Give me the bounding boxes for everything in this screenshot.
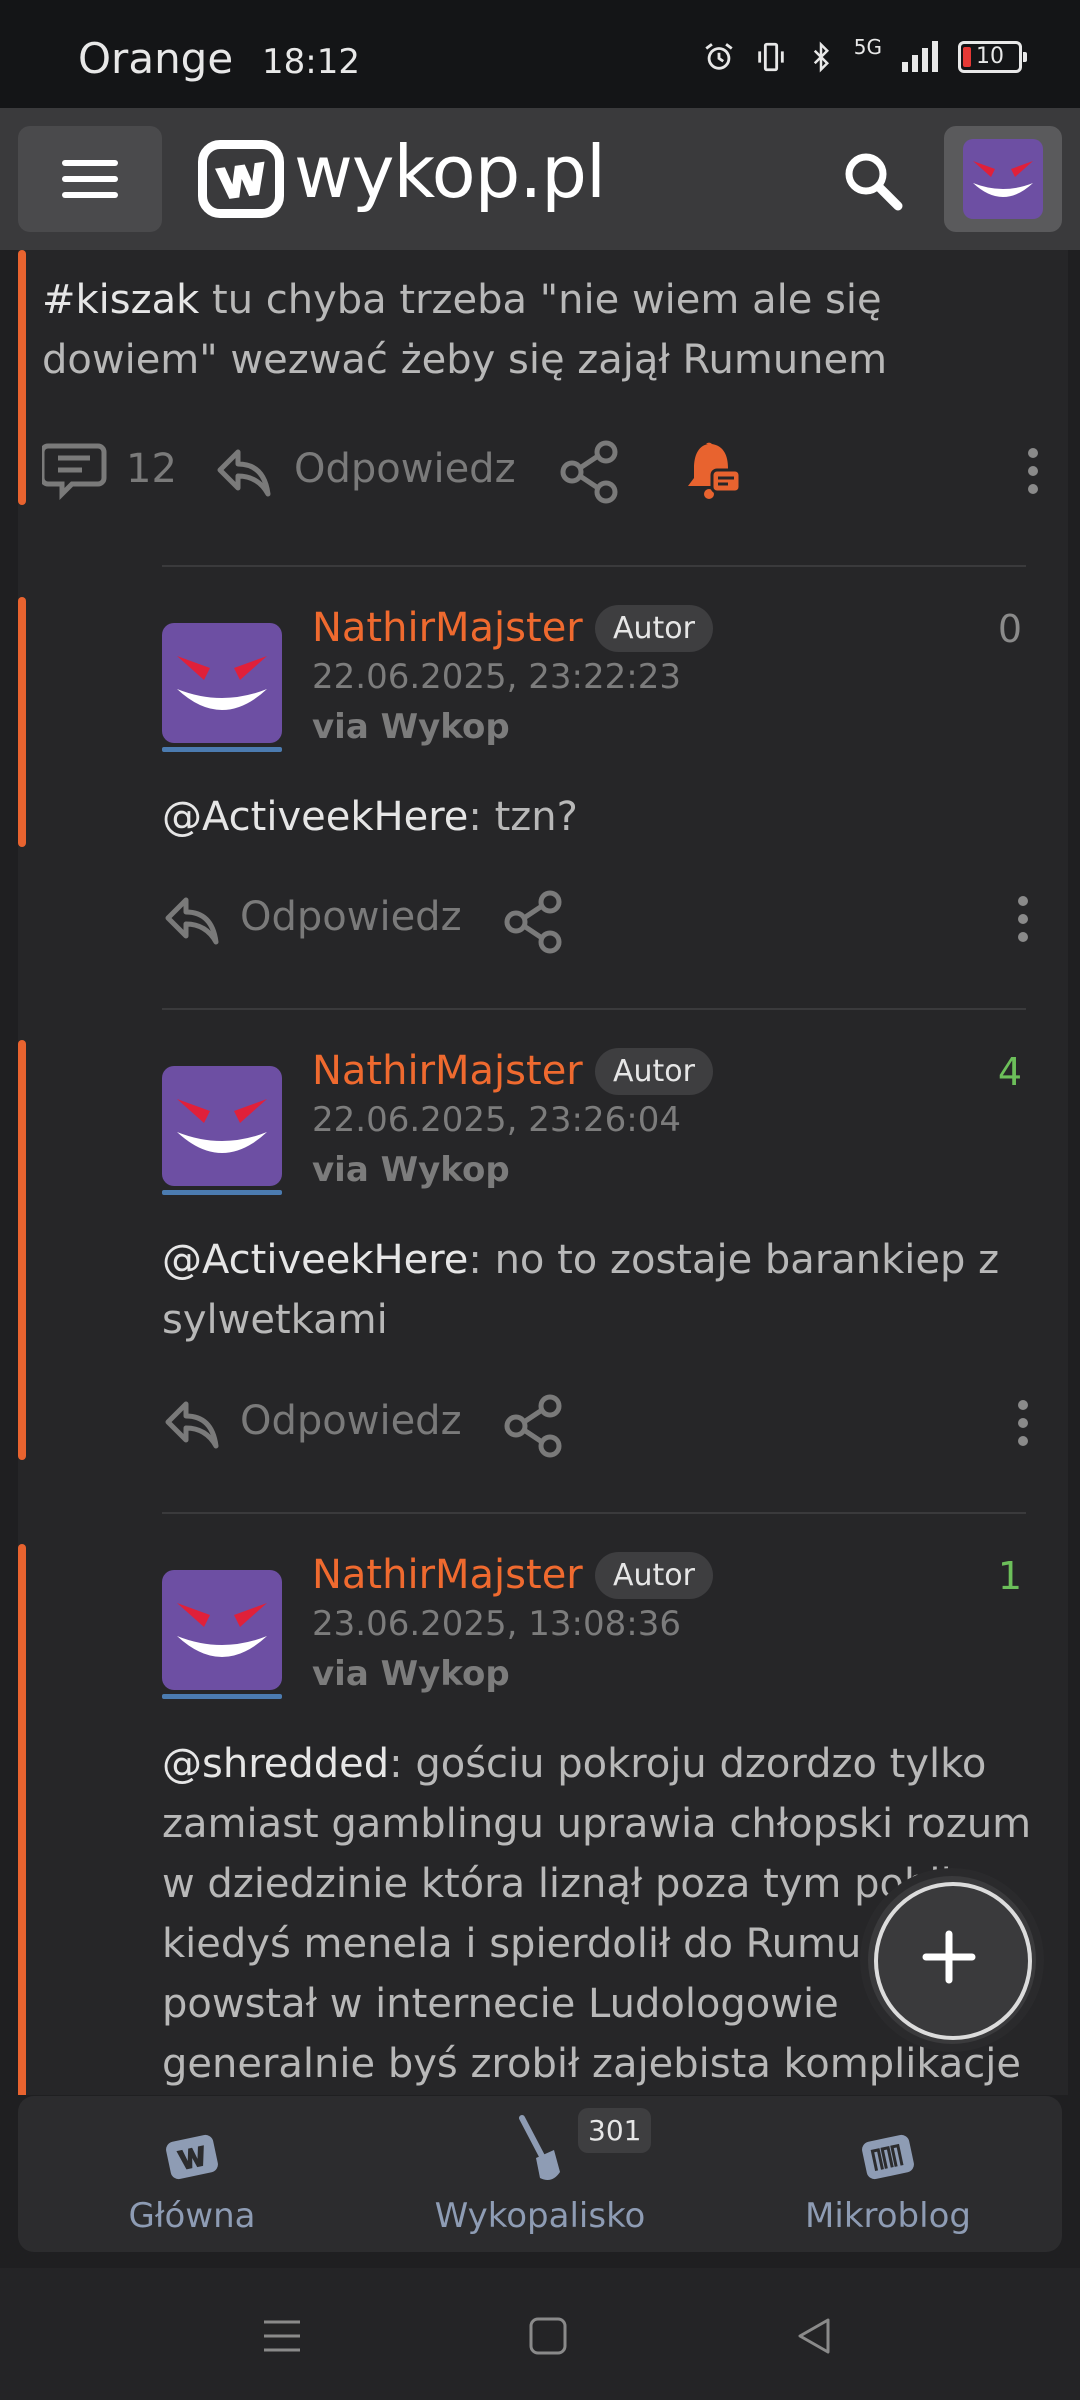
- mention-link[interactable]: @shredded: [162, 1741, 389, 1787]
- recent-apps-icon[interactable]: [262, 2316, 302, 2356]
- status-bar: Orange 18:12 5G 10: [0, 0, 1080, 108]
- comment-author[interactable]: NathirMajster: [312, 1048, 583, 1094]
- system-navigation-bar: [0, 2268, 1080, 2400]
- comment-score[interactable]: 1: [998, 1554, 1022, 1598]
- comment-author[interactable]: NathirMajster: [312, 605, 583, 651]
- search-icon[interactable]: [838, 146, 908, 216]
- reply-icon[interactable]: [162, 890, 222, 950]
- reply-button[interactable]: Odpowiedz: [240, 1398, 462, 1444]
- menu-button[interactable]: [18, 126, 162, 232]
- comment-via: via Wykop: [312, 1150, 510, 1190]
- notification-bell-icon[interactable]: [678, 438, 744, 504]
- nav-item-mikroblog[interactable]: Mikroblog: [714, 2096, 1062, 2252]
- comment-via: via Wykop: [312, 1654, 510, 1694]
- reply-button[interactable]: Odpowiedz: [240, 894, 462, 940]
- comment-item: NathirMajster Autor 22.06.2025, 23:26:04…: [18, 1008, 1068, 1460]
- nav-item-glowna[interactable]: Główna: [18, 2096, 366, 2252]
- wykopalisko-count-badge: 301: [578, 2108, 652, 2153]
- comment-body: @ActiveekHere: no to zostaje barankiep z…: [162, 1237, 1000, 1343]
- hamburger-icon: [62, 160, 118, 166]
- carrier-name: Orange: [78, 34, 234, 83]
- bottom-navigation: Główna Wykopalisko 301 Mikroblog: [18, 2096, 1062, 2252]
- author-badge: Autor: [595, 1552, 713, 1599]
- post-more-icon[interactable]: [1028, 448, 1038, 504]
- reply-icon[interactable]: [214, 442, 274, 502]
- nav-label-wykopalisko: Wykopalisko: [434, 2196, 646, 2236]
- comment-date: 22.06.2025, 23:22:23: [312, 657, 681, 697]
- reply-button[interactable]: Odpowiedz: [294, 446, 516, 492]
- reply-icon[interactable]: [162, 1394, 222, 1454]
- vibrate-icon: [758, 42, 784, 72]
- back-icon[interactable]: [794, 2316, 834, 2356]
- comment-date: 22.06.2025, 23:26:04: [312, 1100, 681, 1140]
- mention-link[interactable]: @ActiveekHere: [162, 794, 468, 840]
- clock: 18:12: [262, 42, 360, 82]
- post-body: #kiszak tu chyba trzeba "nie wiem ale si…: [42, 277, 888, 383]
- avatar[interactable]: [162, 1570, 282, 1690]
- site-logo-text[interactable]: wykop.pl: [294, 130, 606, 214]
- battery-icon: 10: [958, 41, 1027, 73]
- comment-item: NathirMajster Autor 22.06.2025, 23:22:23…: [18, 565, 1068, 895]
- comment-author[interactable]: NathirMajster: [312, 1552, 583, 1598]
- mikroblog-icon: [862, 2134, 914, 2180]
- user-avatar-button[interactable]: [944, 126, 1062, 232]
- comment-more-icon[interactable]: [1018, 896, 1028, 952]
- nav-label-glowna: Główna: [128, 2196, 256, 2236]
- status-icons: 5G 10: [702, 35, 1027, 74]
- nav-label-mikroblog: Mikroblog: [805, 2196, 971, 2236]
- author-badge: Autor: [595, 1048, 713, 1095]
- comment-via: via Wykop: [312, 707, 510, 747]
- comments-icon[interactable]: [42, 440, 112, 500]
- wykop-logo-icon[interactable]: [198, 140, 284, 218]
- comment-score[interactable]: 0: [998, 607, 1022, 651]
- alarm-icon: [705, 43, 733, 70]
- share-icon[interactable]: [558, 440, 622, 504]
- wykop-home-icon: [166, 2134, 218, 2180]
- signal-bars-icon: [902, 41, 938, 72]
- shovel-icon: [519, 2115, 560, 2180]
- nav-item-wykopalisko[interactable]: Wykopalisko: [366, 2096, 714, 2252]
- signal-icon: 5G: [853, 35, 882, 59]
- avatar[interactable]: [162, 1066, 282, 1186]
- bluetooth-icon: [813, 41, 829, 73]
- mention-link[interactable]: @ActiveekHere: [162, 1237, 468, 1283]
- share-icon[interactable]: [502, 1394, 566, 1458]
- post-tag[interactable]: #kiszak: [42, 277, 199, 323]
- comment-date: 23.06.2025, 13:08:36: [312, 1604, 681, 1644]
- avatar[interactable]: [162, 623, 282, 743]
- comment-score[interactable]: 4: [998, 1050, 1022, 1094]
- comment-more-icon[interactable]: [1018, 1400, 1028, 1456]
- app-header: wykop.pl: [0, 108, 1080, 250]
- add-entry-button[interactable]: [868, 1876, 1036, 2044]
- avatar: [963, 139, 1043, 219]
- plus-icon: [922, 1930, 976, 1984]
- author-badge: Autor: [595, 605, 713, 652]
- share-icon[interactable]: [502, 890, 566, 954]
- post-accent: [18, 250, 26, 505]
- content-feed[interactable]: #kiszak tu chyba trzeba "nie wiem ale si…: [18, 250, 1068, 2095]
- home-icon[interactable]: [528, 2316, 568, 2356]
- comment-body: @ActiveekHere: tzn?: [162, 794, 578, 840]
- comment-count: 12: [126, 446, 177, 492]
